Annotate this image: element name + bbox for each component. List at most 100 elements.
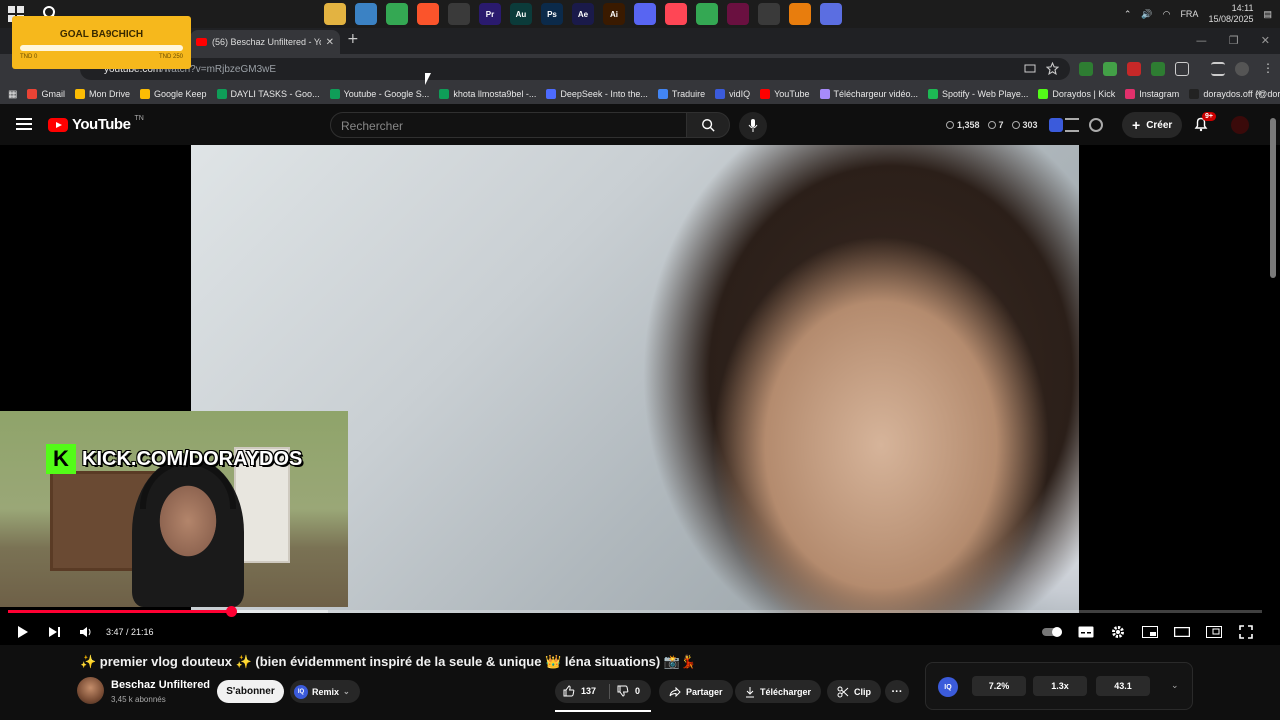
volume-icon[interactable]: 🔊 — [1141, 9, 1152, 20]
profile-icon[interactable] — [1235, 62, 1249, 76]
chrome-profile-icon[interactable] — [696, 3, 718, 25]
subscribe-button[interactable]: S'abonner — [217, 680, 284, 703]
progress-bar[interactable] — [8, 606, 1262, 617]
download-button[interactable]: Télécharger — [735, 680, 822, 703]
discord-icon[interactable] — [634, 3, 656, 25]
thumbs-up-icon — [563, 685, 575, 697]
browser-menu-icon[interactable]: ⋮ — [1262, 61, 1274, 75]
stat-watch: 1,358 — [946, 120, 980, 130]
bookmark-item[interactable]: Mon Drive — [74, 89, 130, 99]
bookmark-item[interactable]: YouTube — [760, 89, 810, 99]
after-effects-icon[interactable]: Ae — [572, 3, 594, 25]
capcut-icon[interactable] — [758, 3, 780, 25]
fullscreen-icon — [1239, 625, 1253, 639]
cast-icon[interactable] — [1024, 63, 1036, 75]
clock[interactable]: 14:11 15/08/2025 — [1208, 3, 1253, 25]
bookmark-item[interactable]: DeepSeek - Into the... — [546, 89, 648, 99]
list-icon[interactable] — [1065, 118, 1079, 132]
media-icon[interactable] — [1211, 62, 1225, 76]
vegas-icon[interactable] — [727, 3, 749, 25]
vidiq-icon[interactable] — [1049, 118, 1063, 132]
bookmark-item[interactable]: Instagram — [1125, 89, 1179, 99]
trophy-icon[interactable] — [1089, 118, 1103, 132]
bookmark-item[interactable]: Gmail — [27, 89, 65, 99]
audition-icon[interactable]: Au — [510, 3, 532, 25]
download-icon — [746, 686, 754, 697]
chevron-up-icon[interactable]: ⌃ — [1124, 9, 1132, 20]
page-scrollbar[interactable] — [1270, 118, 1276, 278]
channel-avatar[interactable] — [77, 677, 104, 704]
close-tab-icon[interactable]: ✕ — [326, 37, 334, 48]
chevron-down-icon[interactable]: ⌄ — [1171, 681, 1179, 691]
voice-search-button[interactable] — [739, 112, 767, 140]
share-button[interactable]: Partager — [659, 680, 733, 703]
vidiq-stat-multiplier: 1.3x — [1033, 676, 1087, 696]
tab-youtube[interactable]: (56) Beschaz Unfiltered - YouTube ✕ — [190, 30, 340, 54]
miniplayer-button[interactable] — [1139, 621, 1161, 643]
valorant-icon[interactable] — [665, 3, 687, 25]
illustrator-icon[interactable]: Ai — [603, 3, 625, 25]
remix-button[interactable]: IQ Remix ⌄ — [290, 680, 360, 703]
like-button[interactable]: 137 — [563, 685, 596, 697]
fullscreen-button[interactable] — [1235, 621, 1257, 643]
subscriber-count: 3,45 k abonnés — [111, 695, 166, 704]
bookmark-star-icon[interactable] — [1046, 62, 1059, 75]
video-player[interactable]: K KICK.COM/DORAYDOS 3:47 / 21:16 — [0, 145, 1280, 645]
menu-icon[interactable] — [16, 118, 32, 130]
subtitles-button[interactable] — [1075, 621, 1097, 643]
restore-icon[interactable]: ❐ — [1229, 34, 1239, 47]
search-button[interactable] — [686, 112, 730, 138]
youtube-logo[interactable]: YouTube TN — [48, 115, 144, 133]
search-input[interactable]: Rechercher — [330, 112, 688, 138]
brave-icon[interactable] — [417, 3, 439, 25]
bookmark-item[interactable]: Spotify - Web Playe... — [928, 89, 1028, 99]
bookmark-item[interactable]: Google Keep — [139, 89, 207, 99]
vidiq-logo-icon[interactable]: IQ — [938, 677, 958, 697]
wifi-icon[interactable]: ◠ — [1163, 9, 1171, 20]
volume-button[interactable] — [75, 621, 97, 643]
premiere-icon[interactable]: Pr — [479, 3, 501, 25]
play-button[interactable] — [12, 621, 34, 643]
language-indicator[interactable]: FRA — [1180, 9, 1198, 19]
create-button[interactable]: + Créer — [1122, 112, 1183, 138]
pip-button[interactable] — [1203, 621, 1225, 643]
bookmark-item[interactable]: Youtube - Google S... — [329, 89, 429, 99]
blender-icon[interactable] — [789, 3, 811, 25]
bookmark-item[interactable]: Téléchargeur vidéo... — [819, 89, 918, 99]
bookmark-item[interactable]: doraydos.off (@dor... — [1189, 89, 1280, 99]
bookmark-item[interactable]: khota llmosta9bel -... — [439, 89, 536, 99]
extensions-puzzle-icon[interactable] — [1175, 62, 1189, 76]
address-bar[interactable]: youtube.com/watch?v=mRjbzeGM3wE — [80, 58, 1070, 80]
scrubber-handle[interactable] — [226, 606, 238, 617]
new-tab-button[interactable]: + — [347, 31, 359, 47]
app-icon[interactable] — [820, 3, 842, 25]
next-button[interactable] — [44, 621, 66, 643]
close-window-icon[interactable]: ✕ — [1261, 34, 1270, 47]
theater-mode-button[interactable] — [1171, 621, 1193, 643]
chrome-icon[interactable] — [386, 3, 408, 25]
store-icon[interactable] — [355, 3, 377, 25]
extension-icon[interactable] — [1151, 62, 1165, 76]
obs-icon[interactable] — [448, 3, 470, 25]
account-avatar[interactable] — [1231, 116, 1249, 134]
dislike-button[interactable]: 0 — [617, 685, 640, 697]
bookmark-item[interactable]: DAYLI TASKS - Goo... — [216, 89, 320, 99]
bookmark-item[interactable]: Doraydos | Kick — [1038, 89, 1115, 99]
channel-name[interactable]: Beschaz Unfiltered — [111, 679, 210, 691]
autoplay-toggle[interactable] — [1041, 621, 1065, 643]
bookmark-item[interactable]: vidIQ — [715, 89, 750, 99]
bookmarks-overflow-icon[interactable]: » — [1256, 87, 1262, 99]
clip-button[interactable]: Clip — [827, 680, 881, 703]
minimize-icon[interactable]: — — [1196, 34, 1207, 47]
file-explorer-icon[interactable] — [324, 3, 346, 25]
extension-download2-icon[interactable] — [1103, 62, 1117, 76]
apps-grid-icon[interactable]: ▦ — [8, 89, 17, 100]
settings-button[interactable] — [1107, 621, 1129, 643]
goal-start-amount: TND 0 — [20, 54, 38, 60]
extension-download-icon[interactable] — [1079, 62, 1093, 76]
notifications-icon[interactable]: ▤ — [1263, 9, 1272, 20]
photoshop-icon[interactable]: Ps — [541, 3, 563, 25]
bookmark-item[interactable]: Traduire — [657, 89, 705, 99]
extension-record-icon[interactable] — [1127, 62, 1141, 76]
more-actions-button[interactable]: ··· — [885, 680, 909, 703]
